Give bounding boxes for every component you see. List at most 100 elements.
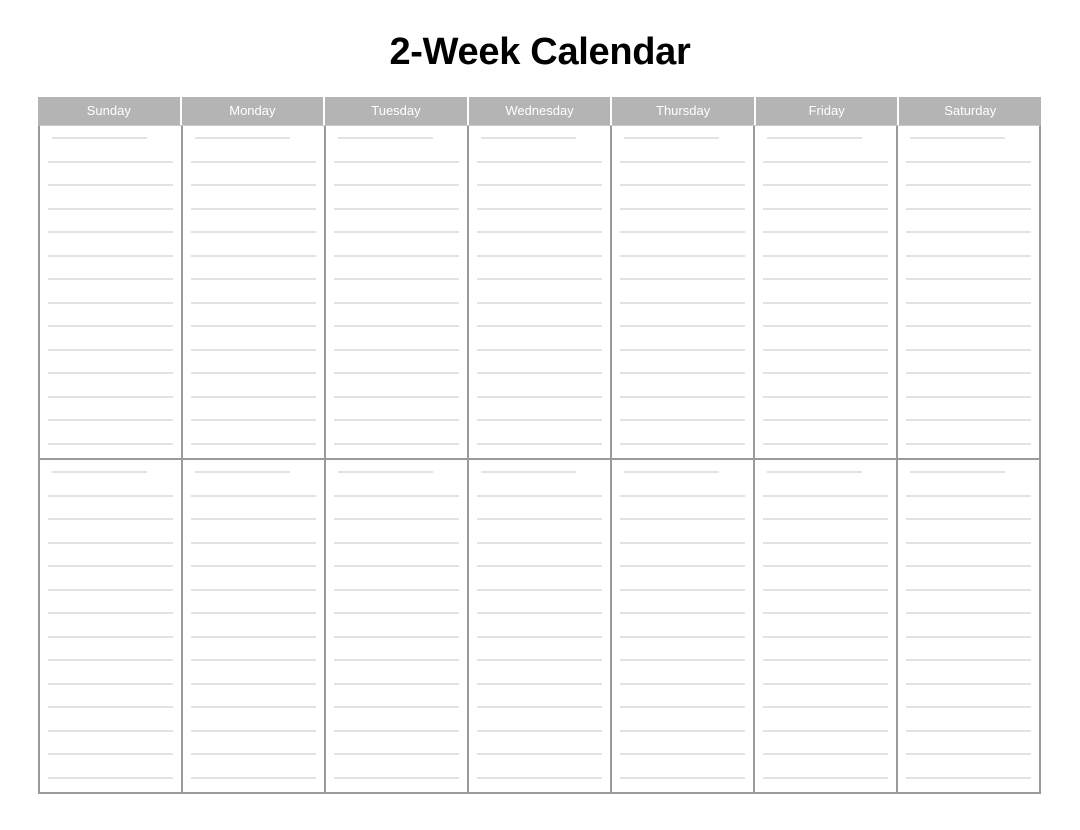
entry-write-line[interactable] xyxy=(906,348,1031,351)
entry-write-line[interactable] xyxy=(191,494,316,497)
entry-write-line[interactable] xyxy=(191,776,316,779)
entry-write-line[interactable] xyxy=(334,753,459,755)
entry-write-line[interactable] xyxy=(620,348,745,351)
entry-write-line[interactable] xyxy=(477,442,602,445)
entry-write-line[interactable] xyxy=(477,682,602,685)
entry-write-line[interactable] xyxy=(477,706,602,708)
entry-write-line[interactable] xyxy=(620,231,745,233)
entry-write-line[interactable] xyxy=(334,184,459,186)
entry-write-line[interactable] xyxy=(48,231,173,233)
entry-write-line[interactable] xyxy=(334,325,459,327)
entry-write-line[interactable] xyxy=(334,565,459,567)
date-write-line[interactable] xyxy=(195,471,290,473)
entry-write-line[interactable] xyxy=(191,325,316,327)
entry-write-line[interactable] xyxy=(48,278,173,280)
date-write-line[interactable] xyxy=(195,137,290,139)
entry-write-line[interactable] xyxy=(477,419,602,421)
entry-write-line[interactable] xyxy=(620,372,745,374)
entry-write-line[interactable] xyxy=(906,612,1031,614)
entry-write-line[interactable] xyxy=(763,541,888,544)
entry-write-line[interactable] xyxy=(906,395,1031,398)
entry-write-line[interactable] xyxy=(620,301,745,304)
entry-write-line[interactable] xyxy=(48,160,173,163)
entry-write-line[interactable] xyxy=(906,419,1031,421)
entry-write-line[interactable] xyxy=(191,682,316,685)
day-cell-monday-week2[interactable] xyxy=(183,460,326,792)
entry-write-line[interactable] xyxy=(763,372,888,374)
entry-write-line[interactable] xyxy=(191,612,316,614)
entry-write-line[interactable] xyxy=(763,419,888,421)
entry-write-line[interactable] xyxy=(620,184,745,186)
entry-write-line[interactable] xyxy=(477,231,602,233)
entry-write-line[interactable] xyxy=(763,635,888,638)
entry-write-line[interactable] xyxy=(477,753,602,755)
entry-write-line[interactable] xyxy=(48,494,173,497)
entry-write-line[interactable] xyxy=(48,419,173,421)
day-cell-wednesday-week2[interactable] xyxy=(469,460,612,792)
entry-write-line[interactable] xyxy=(620,541,745,544)
entry-write-line[interactable] xyxy=(763,682,888,685)
entry-write-line[interactable] xyxy=(477,372,602,374)
entry-write-line[interactable] xyxy=(763,729,888,732)
date-write-line[interactable] xyxy=(624,137,719,139)
entry-write-line[interactable] xyxy=(191,635,316,638)
entry-write-line[interactable] xyxy=(906,254,1031,257)
entry-write-line[interactable] xyxy=(191,301,316,304)
entry-write-line[interactable] xyxy=(191,160,316,163)
entry-write-line[interactable] xyxy=(334,395,459,398)
entry-write-line[interactable] xyxy=(191,753,316,755)
date-write-line[interactable] xyxy=(52,471,147,473)
entry-write-line[interactable] xyxy=(906,729,1031,732)
entry-write-line[interactable] xyxy=(763,776,888,779)
entry-write-line[interactable] xyxy=(191,541,316,544)
entry-write-line[interactable] xyxy=(620,254,745,257)
date-write-line[interactable] xyxy=(338,137,433,139)
day-cell-friday-week1[interactable] xyxy=(755,126,898,458)
date-write-line[interactable] xyxy=(52,137,147,139)
entry-write-line[interactable] xyxy=(620,753,745,755)
entry-write-line[interactable] xyxy=(763,160,888,163)
entry-write-line[interactable] xyxy=(477,565,602,567)
entry-write-line[interactable] xyxy=(48,776,173,779)
entry-write-line[interactable] xyxy=(191,706,316,708)
entry-write-line[interactable] xyxy=(906,207,1031,210)
entry-write-line[interactable] xyxy=(334,372,459,374)
date-write-line[interactable] xyxy=(767,471,862,473)
entry-write-line[interactable] xyxy=(906,231,1031,233)
day-cell-tuesday-week2[interactable] xyxy=(326,460,469,792)
entry-write-line[interactable] xyxy=(191,231,316,233)
entry-write-line[interactable] xyxy=(191,372,316,374)
date-write-line[interactable] xyxy=(910,137,1005,139)
entry-write-line[interactable] xyxy=(334,518,459,520)
entry-write-line[interactable] xyxy=(334,231,459,233)
entry-write-line[interactable] xyxy=(620,442,745,445)
entry-write-line[interactable] xyxy=(334,160,459,163)
entry-write-line[interactable] xyxy=(477,278,602,280)
entry-write-line[interactable] xyxy=(48,706,173,708)
entry-write-line[interactable] xyxy=(477,494,602,497)
entry-write-line[interactable] xyxy=(620,325,745,327)
entry-write-line[interactable] xyxy=(477,776,602,779)
entry-write-line[interactable] xyxy=(191,348,316,351)
entry-write-line[interactable] xyxy=(334,612,459,614)
entry-write-line[interactable] xyxy=(191,729,316,732)
entry-write-line[interactable] xyxy=(477,729,602,732)
entry-write-line[interactable] xyxy=(48,442,173,445)
entry-write-line[interactable] xyxy=(477,254,602,257)
entry-write-line[interactable] xyxy=(191,184,316,186)
entry-write-line[interactable] xyxy=(334,419,459,421)
day-cell-sunday-week2[interactable] xyxy=(40,460,183,792)
entry-write-line[interactable] xyxy=(906,706,1031,708)
entry-write-line[interactable] xyxy=(477,325,602,327)
entry-write-line[interactable] xyxy=(334,207,459,210)
entry-write-line[interactable] xyxy=(620,776,745,779)
entry-write-line[interactable] xyxy=(334,442,459,445)
entry-write-line[interactable] xyxy=(48,184,173,186)
entry-write-line[interactable] xyxy=(620,278,745,280)
entry-write-line[interactable] xyxy=(48,518,173,520)
entry-write-line[interactable] xyxy=(477,160,602,163)
entry-write-line[interactable] xyxy=(906,753,1031,755)
entry-write-line[interactable] xyxy=(906,372,1031,374)
date-write-line[interactable] xyxy=(481,137,576,139)
entry-write-line[interactable] xyxy=(48,682,173,685)
